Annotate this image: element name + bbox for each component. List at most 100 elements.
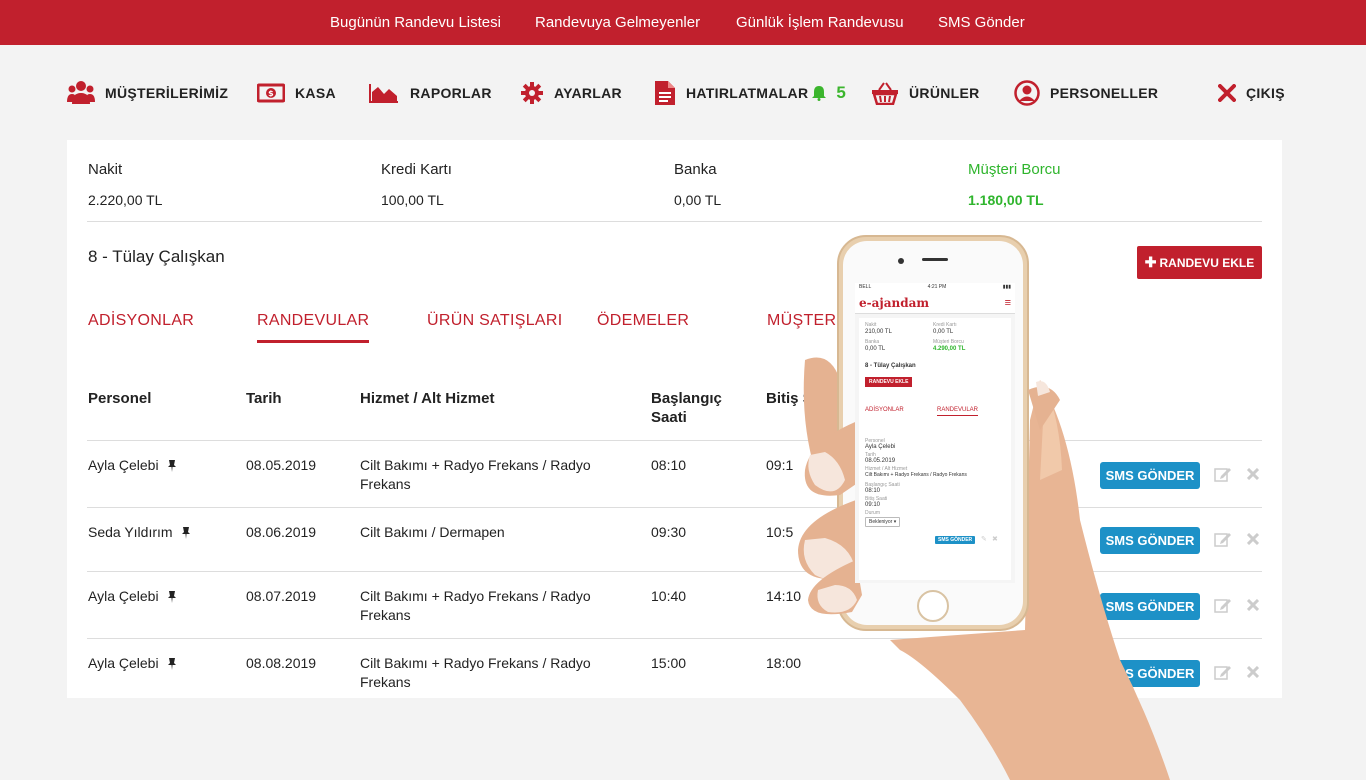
debt-label: Müşteri Borcu [968,161,1061,178]
phone-status-select[interactable]: Bekleniyor ▾ [865,517,901,527]
edit-icon[interactable] [1214,466,1232,482]
tab-payments[interactable]: ÖDEMELER [597,312,689,330]
phone-card-label: Kredi Kartı [933,322,957,328]
today-appointments-link[interactable]: Bugünün Randevu Listesi [330,14,501,31]
header-start: Başlangıç Saati [651,389,722,427]
phone-cash-value: 210,00 TL [865,329,892,335]
staff-name: Seda Yıldırım [88,524,173,540]
staff-name: Ayla Çelebi [88,588,159,604]
service-line2: Frekans [360,607,411,623]
phone-start-value: 08:10 [865,488,881,494]
nav-products[interactable]: ÜRÜNLER [871,80,980,106]
row-end: 09:1 [766,457,794,473]
nav-customers-label: MÜŞTERİLERİMİZ [105,85,229,101]
service-line1: Cilt Bakımı + Radyo Frekans / Radyo [360,457,591,473]
phone-bank-label: Banka [865,339,880,345]
sms-send-button[interactable]: SMS GÖNDER [1100,660,1200,687]
nav-logout[interactable]: ÇIKIŞ [1218,80,1285,106]
phone-logo: e-ajandam [859,295,930,310]
delete-icon[interactable] [1247,533,1259,545]
phone-add-appointment-button[interactable]: RANDEVU EKLE [865,377,913,387]
sms-send-button[interactable]: SMS GÖNDER [1100,462,1200,489]
users-icon [67,81,95,104]
nav-settings[interactable]: AYARLAR [520,80,622,106]
phone-time: 4:21 PM [927,284,947,290]
phone-debt-value: 4.290,00 TL [933,346,966,352]
service-line1: Cilt Bakımı + Radyo Frekans / Radyo [360,655,591,671]
daily-appointment-link[interactable]: Günlük İşlem Randevusu [736,14,904,31]
document-icon [655,81,675,105]
phone-add-label: RANDEVU EKLE [869,379,909,385]
row-staff: Ayla Çelebi [88,587,177,606]
nav-customers[interactable]: MÜŞTERİLERİMİZ [67,80,228,106]
bank-label: Banka [674,161,717,178]
service-line2: Frekans [360,476,411,492]
pin-icon [167,658,176,671]
phone-tab-bills[interactable]: ADİSYONLAR [865,407,904,413]
edit-icon[interactable] [1214,531,1232,547]
pin-icon [167,460,176,473]
cash-icon: $ [257,83,285,103]
cash-label: Nakit [88,161,123,178]
tab-appointments[interactable]: RANDEVULAR [257,312,370,343]
nav-staff[interactable]: PERSONELLER [1014,80,1158,106]
phone-tab-appointments[interactable]: RANDEVULAR [937,407,979,416]
header-start-line1: Başlangıç [651,390,722,407]
row-end: 10:5 [766,524,794,540]
nav-logout-label: ÇIKIŞ [1246,85,1285,101]
delete-icon[interactable] [1247,468,1259,480]
nav-reports-label: RAPORLAR [410,85,492,101]
phone-card-value: 0,00 TL [933,329,954,335]
nav-reports[interactable]: RAPORLAR [368,80,492,106]
bank-value: 0,00 TL [674,192,722,208]
service-line1: Cilt Bakımı + Radyo Frekans / Radyo [360,588,591,604]
bell-icon [812,86,827,101]
service-line2: Frekans [360,674,411,690]
tab-bills[interactable]: ADİSYONLAR [88,312,194,330]
delete-icon[interactable] [1247,666,1259,678]
phone-card: Nakit 210,00 TL Kredi Kartı 0,00 TL Bank… [859,318,1011,580]
phone-date-value: 08.05.2019 [865,458,896,464]
row-date: 08.07.2019 [246,588,317,604]
sms-send-button[interactable]: SMS GÖNDER [1100,527,1200,554]
nav-reminders[interactable]: HATIRLATMALAR 5 [654,80,846,106]
row-date: 08.06.2019 [246,524,317,540]
row-service: Cilt Bakımı + Radyo Frekans / Radyo Freka… [360,456,591,494]
edit-icon[interactable] [1214,597,1232,613]
row-divider [87,507,1262,508]
send-sms-link[interactable]: SMS Gönder [938,14,1025,31]
phone-delete-icon[interactable]: ✖ [992,535,998,543]
edit-icon[interactable] [1214,664,1232,680]
divider [87,221,1262,222]
row-staff: Seda Yıldırım [88,523,191,542]
phone-status-label: Durum [865,510,881,516]
row-start: 15:00 [651,655,687,671]
reminder-count: 5 [836,83,847,102]
staff-name: Ayla Çelebi [88,655,159,671]
menu-icon[interactable]: ≡ [1005,297,1011,309]
card-value: 100,00 TL [381,192,444,208]
nav-cash[interactable]: $ KASA [257,80,336,106]
row-staff: Ayla Çelebi [88,456,177,475]
phone-edit-icon[interactable]: ✎ [981,535,987,543]
phone-status-bar: BELL 4:21 PM ▮▮▮ [855,283,1015,292]
phone-bank-value: 0,00 TL [865,346,886,352]
tab-product-sales[interactable]: ÜRÜN SATIŞLARI [427,312,562,330]
row-staff: Ayla Çelebi [88,654,177,673]
tab-customer[interactable]: MÜŞTERİ [767,312,841,330]
phone-sms-button[interactable]: SMS GÖNDER [935,536,976,544]
staff-name: Ayla Çelebi [88,457,159,473]
nav-cash-label: KASA [295,85,336,101]
row-end: 14:10 [766,588,802,604]
user-circle-icon [1014,80,1040,106]
row-service: Cilt Bakımı / Dermapen [360,523,505,542]
plus-icon: ✚ [1144,254,1157,270]
pin-icon [167,591,176,604]
gear-icon [521,82,543,104]
add-appointment-label: RANDEVU EKLE [1159,255,1255,270]
delete-icon[interactable] [1247,599,1259,611]
row-service: Cilt Bakımı + Radyo Frekans / Radyo Freka… [360,654,591,692]
add-appointment-button[interactable]: ✚ RANDEVU EKLE [1137,246,1262,279]
no-show-link[interactable]: Randevuya Gelmeyenler [535,14,700,31]
sms-send-button[interactable]: SMS GÖNDER [1100,593,1200,620]
